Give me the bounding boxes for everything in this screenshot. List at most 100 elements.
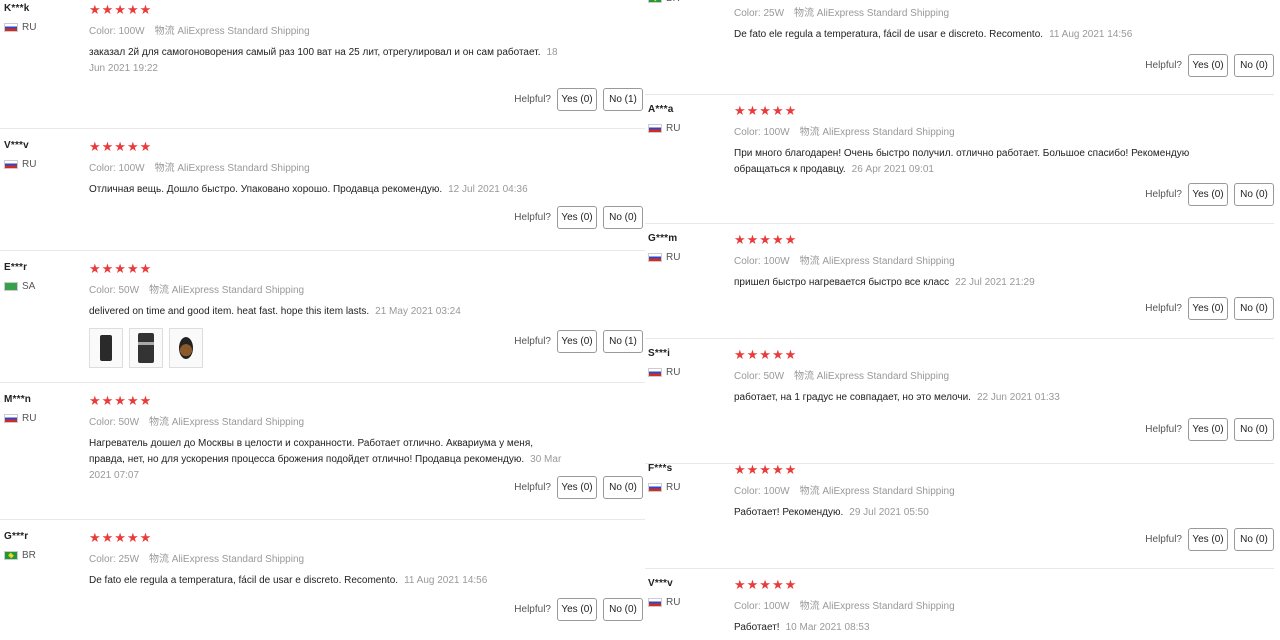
helpful-votes: Helpful? Yes (0) No (1) bbox=[514, 88, 643, 111]
review-meta: Color: 100W 物流 AliExpress Standard Shippi… bbox=[734, 123, 1274, 138]
helpful-yes-button[interactable]: Yes (0) bbox=[1188, 528, 1228, 551]
color-value: 100W bbox=[763, 127, 790, 138]
reviewer-name: V***v bbox=[648, 578, 673, 589]
review-photo-thumbnail[interactable] bbox=[169, 328, 203, 368]
country-code: BR bbox=[22, 550, 36, 561]
reviewer-name: A***a bbox=[648, 104, 674, 115]
helpful-yes-button[interactable]: Yes (0) bbox=[1188, 54, 1228, 77]
star-rating: ★★★★★ bbox=[89, 393, 153, 408]
review-body: ★★★★★Color: 25W物流 AliExpress Standard Sh… bbox=[734, 0, 1274, 43]
review-text: De fato ele regula a temperatura, fácil … bbox=[734, 27, 1214, 43]
review-date: 29 Jul 2021 05:50 bbox=[849, 507, 929, 518]
helpful-label: Helpful? bbox=[514, 336, 551, 347]
star-rating: ★★★★★ bbox=[734, 462, 798, 477]
reviewer-country: BR bbox=[648, 0, 680, 4]
helpful-no-button[interactable]: No (0) bbox=[603, 206, 643, 229]
helpful-yes-button[interactable]: Yes (0) bbox=[1188, 418, 1228, 441]
review-body: ★★★★★ Color: 100W 物流 AliExpress Standard S… bbox=[89, 3, 645, 77]
helpful-votes: Helpful? Yes (0) No (0) bbox=[1145, 297, 1274, 320]
reviewer-info: M***n RU bbox=[4, 394, 36, 424]
helpful-no-button[interactable]: No (0) bbox=[603, 598, 643, 621]
review-item: A***a RU ★★★★★ Color: 100W 物流 AliExpress Sta… bbox=[645, 104, 1274, 224]
reviewer-info: V***v RU bbox=[648, 578, 680, 608]
helpful-yes-button[interactable]: Yes (0) bbox=[1188, 183, 1228, 206]
country-flag-icon bbox=[648, 368, 662, 377]
helpful-yes-button[interactable]: Yes (0) bbox=[557, 206, 597, 229]
country-flag-icon bbox=[4, 551, 18, 560]
country-flag-icon bbox=[4, 282, 18, 291]
helpful-votes: Helpful? Yes (0) No (0) bbox=[514, 206, 643, 229]
helpful-label: Helpful? bbox=[514, 604, 551, 615]
star-rating: ★★★★★ bbox=[89, 139, 153, 154]
review-text: delivered on time and good item. heat fa… bbox=[89, 304, 569, 320]
helpful-no-button[interactable]: No (0) bbox=[1234, 418, 1274, 441]
country-flag-icon bbox=[4, 414, 18, 423]
reviewer-name: S***i bbox=[648, 348, 671, 359]
reviewer-name: F***s bbox=[648, 463, 673, 474]
review-content: De fato ele regula a temperatura, fácil … bbox=[89, 575, 399, 586]
color-label: Color: bbox=[89, 163, 119, 174]
review-text: Нагреватель дошел до Москвы в целости и … bbox=[89, 436, 569, 484]
reviewer-country: RU bbox=[648, 252, 680, 263]
reviewer-country: RU bbox=[4, 413, 36, 424]
review-text: заказал 2й для самогоноворения самый раз… bbox=[89, 45, 569, 77]
color-label: Color: bbox=[734, 256, 764, 267]
helpful-no-button[interactable]: No (1) bbox=[603, 88, 643, 111]
review-content: Нагреватель дошел до Москвы в целости и … bbox=[89, 438, 534, 465]
shipping-method: 物流 AliExpress Standard Shipping bbox=[154, 163, 310, 174]
review-item: F***s RU ★★★★★ Color: 100W 物流 AliExpress Sta… bbox=[645, 463, 1274, 569]
reviewer-country: RU bbox=[648, 482, 680, 493]
star-rating: ★★★★★ bbox=[89, 261, 153, 276]
country-code: RU bbox=[22, 413, 37, 424]
country-code: RU bbox=[666, 482, 681, 493]
country-code: SA bbox=[22, 281, 36, 292]
star-rating: ★★★★★ bbox=[734, 577, 798, 592]
country-code: RU bbox=[666, 367, 681, 378]
reviewer-country: RU bbox=[4, 22, 36, 33]
review-meta: Color: 100W 物流 AliExpress Standard Shippi… bbox=[734, 482, 1274, 497]
helpful-yes-button[interactable]: Yes (0) bbox=[557, 330, 597, 353]
shipping-method: 物流 AliExpress Standard Shipping bbox=[154, 26, 310, 37]
helpful-yes-button[interactable]: Yes (0) bbox=[557, 88, 597, 111]
helpful-no-button[interactable]: No (0) bbox=[1234, 528, 1274, 551]
reviewer-info: A***a RU bbox=[648, 104, 680, 134]
shipping-method: 物流 AliExpress Standard Shipping bbox=[149, 554, 305, 565]
helpful-no-button[interactable]: No (0) bbox=[1234, 297, 1274, 320]
review-text: пришел быстро нагревается быстро все кла… bbox=[734, 275, 1214, 291]
helpful-no-button[interactable]: No (0) bbox=[1234, 54, 1274, 77]
review-item: V***v RU ★★★★★ Color: 100W 物流 AliExpress Sta… bbox=[0, 140, 645, 251]
helpful-label: Helpful? bbox=[514, 94, 551, 105]
helpful-no-button[interactable]: No (0) bbox=[1234, 183, 1274, 206]
shipping-method: 物流 AliExpress Standard Shipping bbox=[799, 256, 955, 267]
helpful-yes-button[interactable]: Yes (0) bbox=[557, 598, 597, 621]
review-text: Отличная вещь. Дошло быстро. Упаковано х… bbox=[89, 182, 569, 198]
review-photo-thumbnail[interactable] bbox=[89, 328, 123, 368]
review-meta: Color: 100W 物流 AliExpress Standard Shippi… bbox=[89, 159, 645, 174]
review-date: 11 Aug 2021 14:56 bbox=[1049, 29, 1133, 40]
helpful-votes: Helpful? Yes (0) No (0) bbox=[1145, 183, 1274, 206]
country-code: RU bbox=[666, 252, 681, 263]
review-content: пришел быстро нагревается быстро все кла… bbox=[734, 277, 950, 288]
reviewer-info: S***i RU bbox=[648, 348, 680, 378]
helpful-yes-button[interactable]: Yes (0) bbox=[1188, 297, 1228, 320]
review-date: 10 Mar 2021 08:53 bbox=[785, 622, 870, 633]
star-rating: ★★★★★ bbox=[89, 2, 153, 17]
review-photo-thumbnail[interactable] bbox=[129, 328, 163, 368]
helpful-yes-button[interactable]: Yes (0) bbox=[557, 476, 597, 499]
color-label: Color: bbox=[734, 8, 764, 19]
color-label: Color: bbox=[89, 554, 119, 565]
review-date: 26 Apr 2021 09:01 bbox=[851, 164, 934, 175]
helpful-votes: Helpful? Yes (0) No (0) bbox=[1145, 418, 1274, 441]
reviewer-country: BR bbox=[4, 550, 36, 561]
helpful-no-button[interactable]: No (0) bbox=[603, 476, 643, 499]
review-date: 22 Jun 2021 01:33 bbox=[976, 392, 1060, 403]
shipping-method: 物流 AliExpress Standard Shipping bbox=[149, 285, 305, 296]
review-meta: Color: 50W 物流 AliExpress Standard Shippin… bbox=[734, 367, 1274, 382]
reviewer-name: G***r bbox=[4, 531, 29, 542]
review-body: ★★★★★ Color: 100W 物流 AliExpress Standard S… bbox=[734, 463, 1274, 521]
helpful-no-button[interactable]: No (1) bbox=[603, 330, 643, 353]
review-body: ★★★★★ Color: 100W 物流 AliExpress Standard S… bbox=[734, 578, 1274, 636]
review-body: ★★★★★ Color: 100W 物流 AliExpress Standard S… bbox=[89, 140, 645, 198]
reviewer-country: RU bbox=[648, 123, 680, 134]
country-code: RU bbox=[22, 22, 37, 33]
